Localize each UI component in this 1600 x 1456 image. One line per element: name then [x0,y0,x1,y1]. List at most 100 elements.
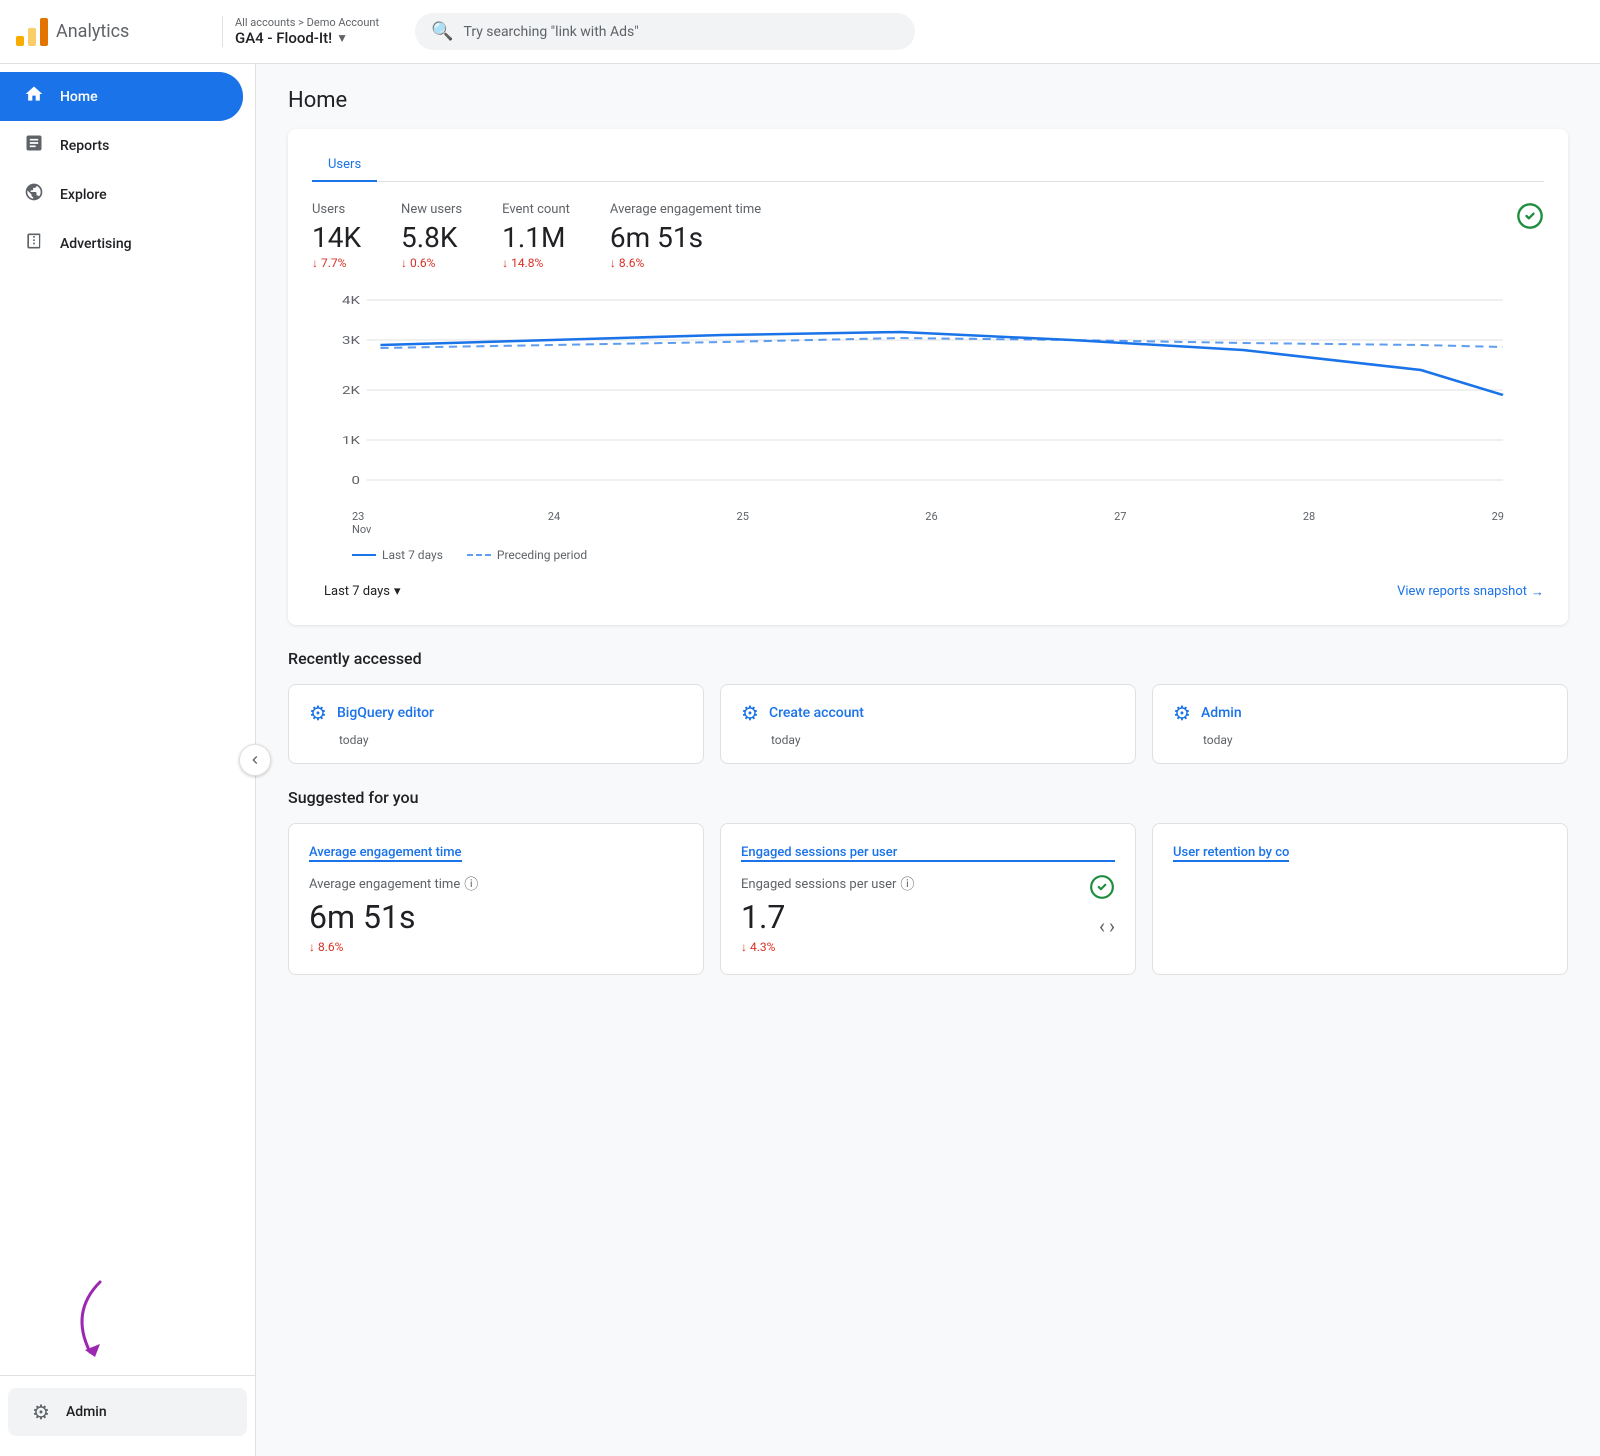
suggested-card-sessions: Engaged sessions per user Engaged sessio… [720,823,1136,975]
metric-users-change: ↓ 7.7% [312,256,361,270]
legend-dashed: Preceding period [467,548,587,562]
verified-icon [1516,202,1544,236]
metric-newusers-value: 5.8K [401,221,462,254]
legend-dashed-line [467,554,491,556]
app-layout: Home Reports Explore Advertising [0,64,1600,1456]
svg-text:0: 0 [351,475,359,488]
engagement-metric-label: Average engagement time ⓘ [309,874,683,894]
svg-text:1K: 1K [342,435,361,448]
bigquery-editor-card[interactable]: ⚙ BigQuery editor today [288,684,704,764]
prev-arrow-icon[interactable]: ‹ [1099,914,1105,938]
arrow-right-icon: → [1531,584,1544,600]
help-icon[interactable]: ⓘ [464,874,478,894]
bigquery-editor-time: today [339,733,683,747]
arrow-annotation [40,1272,160,1376]
suggested-title: Suggested for you [288,788,1568,807]
metric-engagement: Average engagement time 6m 51s ↓ 8.6% [610,202,761,270]
stats-card: Users Users 14K ↓ 7.7% New users 5.8K ↓ … [288,129,1568,625]
stats-footer: Last 7 days ▾ View reports snapshot → [312,578,1544,605]
engagement-tab[interactable]: Average engagement time [309,845,462,868]
users-tab[interactable]: Users [312,149,377,182]
chart-container: 4K 3K 2K 1K 0 [312,290,1544,490]
card-header: ⚙ Admin [1173,701,1547,725]
logo-area: Analytics [16,18,206,46]
svg-text:3K: 3K [342,335,361,348]
advertising-icon [24,231,44,256]
metric-events-label: Event count [502,202,570,217]
stats-tabs: Users [312,149,1544,182]
suggested-card-engagement: Average engagement time Average engageme… [288,823,704,975]
search-input[interactable]: Try searching "link with Ads" [463,24,638,40]
view-snapshot-link[interactable]: View reports snapshot → [1397,584,1544,600]
create-account-title: Create account [769,705,864,721]
main-content: Home Users Users 14K ↓ 7.7% New users 5.… [256,64,1600,1456]
retention-tab[interactable]: User retention by co [1173,845,1289,868]
account-breadcrumb: All accounts > Demo Account [235,16,379,29]
next-arrow-icon[interactable]: › [1109,914,1115,938]
account-selector[interactable]: All accounts > Demo Account GA4 - Flood-… [222,16,391,47]
date-range-label: Last 7 days [324,584,390,599]
app-title: Analytics [56,21,129,42]
sessions-tab[interactable]: Engaged sessions per user [741,845,897,868]
card-header: ⚙ BigQuery editor [309,701,683,725]
stats-metrics: Users 14K ↓ 7.7% New users 5.8K ↓ 0.6% E… [312,202,1544,270]
chevron-down-icon: ▼ [336,31,348,45]
bigquery-gear-icon: ⚙ [309,701,327,725]
page-title: Home [288,88,1568,113]
sidebar-nav-reports[interactable]: Reports [0,121,243,170]
sidebar-collapse-button[interactable] [239,744,271,776]
legend-dashed-label: Preceding period [497,548,587,562]
recently-accessed-section: Recently accessed ⚙ BigQuery editor toda… [288,649,1568,764]
metric-events-change: ↓ 14.8% [502,256,570,270]
legend-solid-line [352,554,376,556]
home-icon [24,84,44,109]
sidebar-bottom: ⚙ Admin [0,1375,255,1448]
search-bar[interactable]: 🔍 Try searching "link with Ads" [415,13,915,50]
view-snapshot-label: View reports snapshot [1397,584,1527,599]
reports-icon [24,133,44,158]
metric-events: Event count 1.1M ↓ 14.8% [502,202,570,270]
engagement-metric-value: 6m 51s [309,898,683,936]
metric-engagement-change: ↓ 8.6% [610,256,761,270]
svg-text:2K: 2K [342,385,361,398]
svg-text:4K: 4K [342,295,361,308]
sidebar: Home Reports Explore Advertising [0,64,256,1456]
metric-engagement-value: 6m 51s [610,221,761,254]
account-name: GA4 - Flood-It! ▼ [235,29,379,47]
legend-solid-label: Last 7 days [382,548,443,562]
admin-gear-icon: ⚙ [1173,701,1191,725]
chart-svg: 4K 3K 2K 1K 0 [312,290,1544,490]
bigquery-editor-title: BigQuery editor [337,705,434,721]
sessions-metric-change: ↓ 4.3% [741,940,914,954]
dropdown-arrow-icon: ▾ [394,584,401,599]
sidebar-nav-home[interactable]: Home [0,72,243,121]
create-account-card[interactable]: ⚙ Create account today [720,684,1136,764]
home-label: Home [60,89,98,105]
analytics-logo-icon [16,18,48,46]
admin-card[interactable]: ⚙ Admin today [1152,684,1568,764]
logo-svg [16,18,48,46]
explore-label: Explore [60,187,107,203]
sidebar-nav-advertising[interactable]: Advertising [0,219,243,268]
metric-users-value: 14K [312,221,361,254]
sidebar-nav-explore[interactable]: Explore [0,170,243,219]
help-icon-sessions[interactable]: ⓘ [900,874,914,894]
metric-engagement-label: Average engagement time [610,202,761,217]
metric-newusers: New users 5.8K ↓ 0.6% [401,202,462,270]
sessions-metric-label: Engaged sessions per user ⓘ [741,874,914,894]
date-range-selector[interactable]: Last 7 days ▾ [312,578,413,605]
main-header: Analytics All accounts > Demo Account GA… [0,0,1600,64]
suggested-section: Suggested for you Average engagement tim… [288,788,1568,975]
suggested-card-retention: User retention by co [1152,823,1568,975]
reports-label: Reports [60,138,109,154]
metric-events-value: 1.1M [502,221,570,254]
create-account-gear-icon: ⚙ [741,701,759,725]
admin-item[interactable]: ⚙ Admin [8,1388,247,1436]
engagement-metric-change: ↓ 8.6% [309,940,683,954]
legend-solid: Last 7 days [352,548,443,562]
metric-newusers-label: New users [401,202,462,217]
admin-label: Admin [66,1404,107,1420]
recently-accessed-cards: ⚙ BigQuery editor today ⚙ Create account… [288,684,1568,764]
verified-badge-sessions [1089,874,1115,906]
metric-users: Users 14K ↓ 7.7% [312,202,361,270]
